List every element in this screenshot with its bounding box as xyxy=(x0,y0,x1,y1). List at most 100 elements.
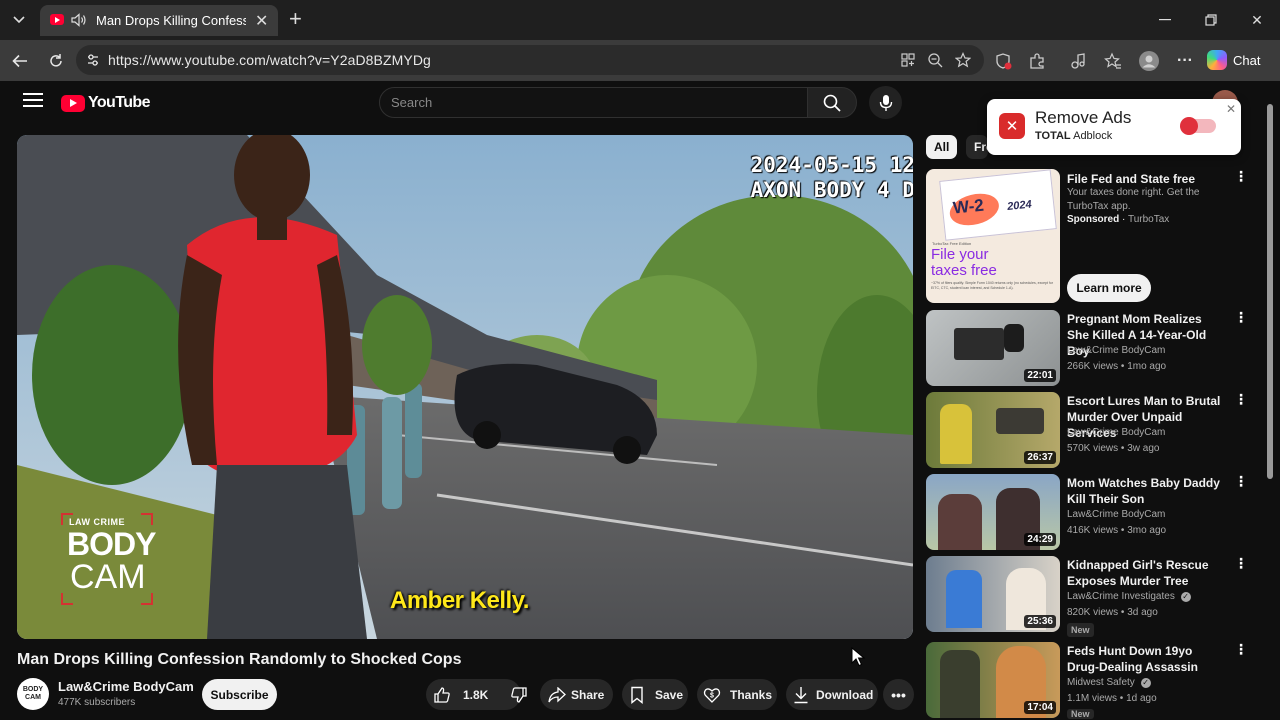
adblock-brand-rest: Adblock xyxy=(1070,130,1113,142)
profile-icon[interactable] xyxy=(1136,48,1162,74)
video-duration: 24:29 xyxy=(1024,533,1056,546)
restore-icon[interactable] xyxy=(1196,8,1226,32)
youtube-logo[interactable]: YouTube xyxy=(61,94,150,112)
channel-name[interactable]: Law&Crime BodyCam xyxy=(58,679,194,694)
chip-all[interactable]: All xyxy=(926,135,958,159)
minimize-icon[interactable] xyxy=(1150,8,1180,32)
share-icon xyxy=(548,686,566,704)
ad-thumbnail[interactable]: W-2 2024 TurboTax Free Edition File your… xyxy=(926,169,1060,303)
video-thumbnail[interactable]: 25:36 xyxy=(926,556,1060,632)
video-channel-row: Midwest Safety ✓ xyxy=(1067,677,1151,688)
reload-icon[interactable] xyxy=(43,48,69,74)
chat-label: Chat xyxy=(1233,52,1261,68)
video-more-icon[interactable]: ⋮ xyxy=(1233,556,1249,574)
video-thumbnail[interactable]: 24:29 xyxy=(926,474,1060,550)
star-icon[interactable] xyxy=(954,52,972,68)
download-button[interactable]: Download xyxy=(786,679,878,710)
adblock-logo-icon: ✕ xyxy=(999,113,1025,139)
subscribe-button[interactable]: Subscribe xyxy=(202,679,277,710)
voice-search-button[interactable] xyxy=(869,86,902,119)
media-icon[interactable] xyxy=(1065,48,1091,74)
list-item[interactable]: 22:01 Pregnant Mom Realizes She Killed A… xyxy=(926,310,1256,386)
video-title: Man Drops Killing Confession Randomly to… xyxy=(17,651,462,668)
video-duration: 26:37 xyxy=(1024,451,1056,464)
scrollbar-thumb[interactable] xyxy=(1267,104,1273,479)
page-scrollbar[interactable] xyxy=(1265,90,1275,720)
extensions-icon[interactable] xyxy=(1024,48,1050,74)
sponsored-ad-card[interactable]: W-2 2024 TurboTax Free Edition File your… xyxy=(926,169,1256,303)
tab-title: Man Drops Killing Confession Randomly to… xyxy=(96,13,246,28)
video-thumbnail[interactable]: 26:37 xyxy=(926,392,1060,468)
save-button[interactable]: Save xyxy=(622,679,688,710)
remove-ads-toggle[interactable] xyxy=(1180,117,1216,135)
tab-dropdown-icon[interactable] xyxy=(6,8,32,32)
browser-toolbar: https://www.youtube.com/watch?v=Y2aD8BZM… xyxy=(0,40,1280,81)
app-icon[interactable] xyxy=(900,52,916,68)
video-more-icon[interactable]: ⋮ xyxy=(1233,474,1249,492)
close-tab-icon[interactable]: ✕ xyxy=(255,11,268,31)
chip-from[interactable]: Fro xyxy=(966,135,988,159)
browser-tab[interactable]: Man Drops Killing Confession Randomly to… xyxy=(40,5,278,36)
video-channel[interactable]: Law&Crime BodyCam xyxy=(1067,427,1165,438)
more-actions-button[interactable]: ••• xyxy=(883,679,914,710)
channel-avatar[interactable]: BODY CAM xyxy=(17,678,49,710)
video-meta: 1.1M views • 1d ago xyxy=(1067,693,1157,704)
plus-icon[interactable]: + xyxy=(289,8,302,30)
video-more-icon[interactable]: ⋮ xyxy=(1233,310,1249,328)
hamburger-menu-icon[interactable] xyxy=(23,93,43,109)
thanks-heart-icon: $ xyxy=(703,686,721,704)
w2-label: W-2 xyxy=(952,195,985,218)
sponsored-label: Sponsored xyxy=(1067,214,1120,225)
shield-icon[interactable] xyxy=(990,48,1016,74)
search-button[interactable] xyxy=(807,87,857,118)
list-item[interactable]: 25:36 Kidnapped Girl's Rescue Exposes Mu… xyxy=(926,556,1256,646)
video-channel[interactable]: Midwest Safety xyxy=(1067,677,1135,688)
search-input[interactable]: Search xyxy=(379,87,808,118)
adblock-heading: Remove Ads xyxy=(1035,108,1132,127)
list-item[interactable]: 24:29 Mom Watches Baby Daddy Kill Their … xyxy=(926,474,1256,550)
speaker-icon[interactable] xyxy=(71,13,87,27)
search-icon xyxy=(823,94,841,112)
chat-button[interactable]: Chat xyxy=(1207,46,1271,74)
youtube-logo-icon xyxy=(61,94,85,112)
youtube-page: YouTube Search 2024-05-15 12 AXON BODY 4… xyxy=(0,81,1280,720)
more-icon[interactable]: ··· xyxy=(1172,48,1198,74)
video-channel[interactable]: Law&Crime BodyCam xyxy=(1067,509,1165,520)
ad-title[interactable]: File Fed and State free xyxy=(1067,171,1227,187)
video-title[interactable]: Mom Watches Baby Daddy Kill Their Son xyxy=(1067,475,1227,507)
learn-more-button[interactable]: Learn more xyxy=(1067,274,1151,302)
video-more-icon[interactable]: ⋮ xyxy=(1233,392,1249,410)
dislike-button[interactable] xyxy=(510,686,528,704)
video-title[interactable]: Feds Hunt Down 19yo Drug-Dealing Assassi… xyxy=(1067,643,1227,675)
video-channel[interactable]: Law&Crime Investigates xyxy=(1067,591,1175,602)
advertiser-name: TurboTax xyxy=(1127,214,1170,225)
video-channel[interactable]: Law&Crime BodyCam xyxy=(1067,345,1165,356)
copilot-icon xyxy=(1207,50,1227,70)
favorites-icon[interactable] xyxy=(1100,48,1126,74)
w2-form-graphic: W-2 2024 xyxy=(939,169,1057,241)
svg-text:$: $ xyxy=(710,692,714,699)
address-bar[interactable]: https://www.youtube.com/watch?v=Y2aD8BZM… xyxy=(76,45,984,75)
video-thumbnail[interactable]: 17:04 xyxy=(926,642,1060,718)
like-button[interactable] xyxy=(433,686,451,704)
video-thumbnail[interactable]: 22:01 xyxy=(926,310,1060,386)
watermark-line2: BODY xyxy=(67,526,156,562)
share-button[interactable]: Share xyxy=(540,679,613,710)
video-caption: Amber Kelly. xyxy=(390,587,529,614)
back-icon[interactable] xyxy=(7,48,33,74)
video-title[interactable]: Kidnapped Girl's Rescue Exposes Murder T… xyxy=(1067,557,1227,589)
youtube-favicon-icon xyxy=(50,14,64,25)
adblock-brand-bold: TOTAL xyxy=(1035,130,1071,142)
site-info-icon[interactable] xyxy=(85,52,101,68)
thanks-button[interactable]: $ Thanks xyxy=(697,679,777,710)
share-label: Share xyxy=(571,687,605,702)
ad-more-icon[interactable]: ⋮ xyxy=(1233,169,1249,187)
video-meta: 266K views • 1mo ago xyxy=(1067,361,1167,372)
close-window-icon[interactable]: ✕ xyxy=(1242,8,1272,32)
close-icon[interactable]: ✕ xyxy=(1226,102,1236,116)
video-player[interactable]: 2024-05-15 12 AXON BODY 4 D LAW CRIME BO… xyxy=(17,135,913,639)
zoom-icon[interactable] xyxy=(927,52,943,68)
video-more-icon[interactable]: ⋮ xyxy=(1233,642,1249,660)
list-item[interactable]: 17:04 Feds Hunt Down 19yo Drug-Dealing A… xyxy=(926,642,1256,720)
list-item[interactable]: 26:37 Escort Lures Man to Brutal Murder … xyxy=(926,392,1256,468)
